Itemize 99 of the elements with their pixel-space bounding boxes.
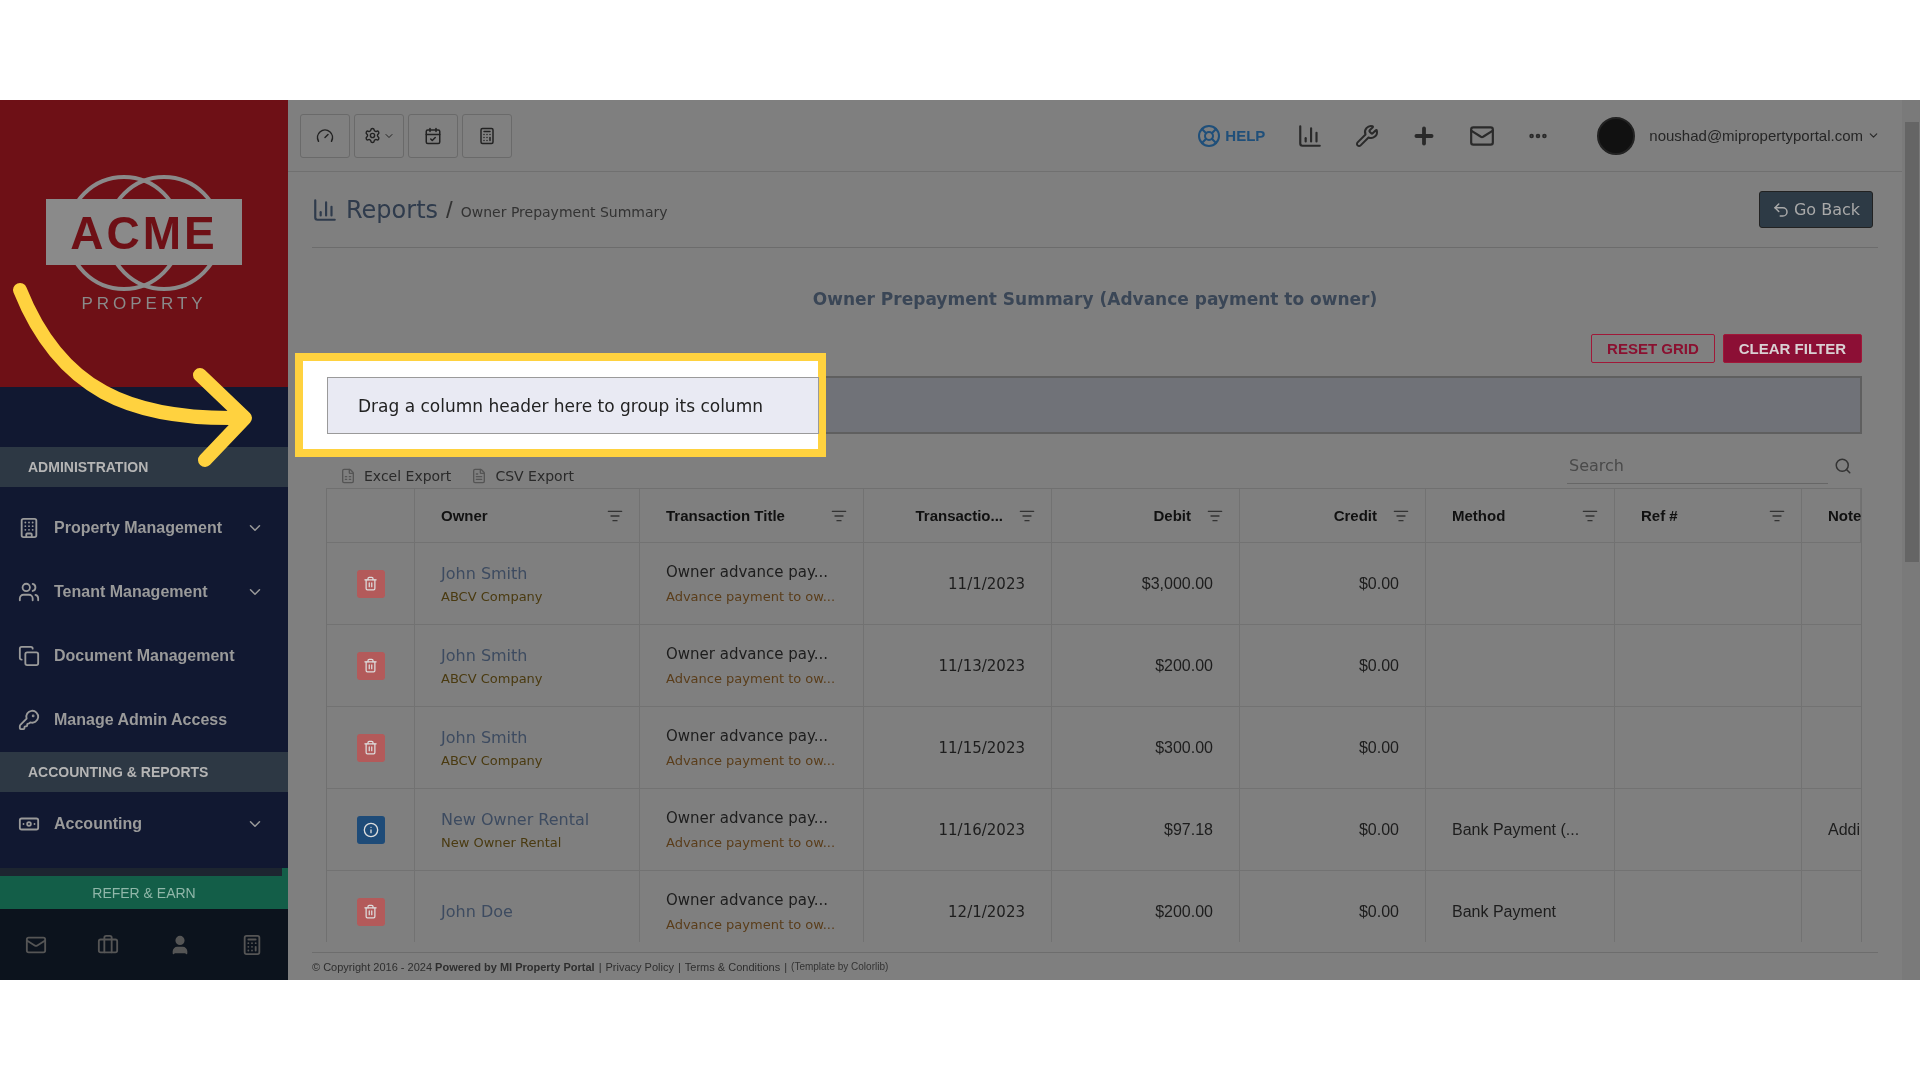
footer-separator: |: [784, 960, 788, 973]
export-button[interactable]: Excel Export: [340, 468, 452, 484]
settings-button[interactable]: [354, 113, 404, 158]
owner-company: ABCV Company: [441, 670, 543, 686]
export-button[interactable]: CSV Export: [471, 468, 574, 484]
table-cell: 11/1/2023: [948, 574, 1025, 593]
footer-link[interactable]: Privacy Policy: [605, 960, 674, 973]
calendar-button[interactable]: [408, 113, 458, 158]
table-cell: $0.00: [1358, 902, 1399, 921]
table-cell: $300.00: [1155, 738, 1213, 757]
owner-company: ABCV Company: [441, 588, 543, 604]
delete-button[interactable]: [356, 897, 385, 926]
sidebar-item[interactable]: Tenant Management: [0, 560, 288, 624]
file-icon: [471, 468, 488, 484]
info-icon: [362, 821, 379, 838]
column-header[interactable]: Ref #: [1615, 489, 1802, 542]
footer-link[interactable]: Terms & Conditions: [684, 960, 781, 973]
table-cell: $0.00: [1358, 656, 1399, 675]
column-header[interactable]: Owner: [415, 489, 640, 542]
table-cell: 11/13/2023: [938, 656, 1025, 675]
table-cell: 11/16/2023: [938, 820, 1025, 839]
footer-separator: |: [598, 960, 602, 973]
info-button[interactable]: [356, 815, 385, 844]
calendar-icon: [424, 126, 442, 145]
column-header[interactable]: Transaction Title: [640, 489, 864, 542]
calculator-button[interactable]: [462, 113, 512, 158]
breadcrumb-current: Owner Prepayment Summary: [460, 203, 668, 220]
table-cell: Bank Payment (...: [1452, 820, 1580, 839]
breadcrumb-link[interactable]: Reports: [346, 195, 439, 224]
transaction-subtitle: Advance payment to ow...: [666, 589, 836, 604]
reset-grid-button[interactable]: RESET GRID: [1591, 334, 1715, 363]
lifebuoy-icon: [1197, 123, 1222, 148]
undo-arrow-icon: [1771, 200, 1790, 219]
trash-icon: [363, 658, 378, 673]
trash-icon: [363, 576, 378, 591]
briefcase-icon[interactable]: [97, 933, 119, 956]
gear-icon: [363, 127, 381, 144]
column-header[interactable]: Note: [1802, 489, 1861, 542]
trash-icon: [363, 740, 378, 755]
sidebar-item-icon: [18, 517, 40, 539]
file-icon: [340, 468, 356, 484]
delete-button[interactable]: [356, 733, 385, 762]
table-cell: $200.00: [1155, 656, 1213, 675]
table-cell: $97.18: [1164, 820, 1213, 839]
trash-icon: [363, 904, 378, 919]
table-cell: $0.00: [1358, 574, 1399, 593]
table-cell: $200.00: [1155, 902, 1213, 921]
table-cell: 11/15/2023: [938, 738, 1025, 757]
column-header[interactable]: Debit: [1052, 489, 1240, 542]
transaction-title: Owner advance pay...: [666, 809, 829, 827]
transaction-subtitle: Advance payment to ow...: [666, 835, 836, 850]
table-cell: $0.00: [1358, 820, 1399, 839]
transaction-subtitle: Advance payment to ow...: [666, 671, 836, 686]
sidebar-item-icon: [18, 581, 40, 603]
transaction-title: Owner advance pay...: [666, 563, 829, 581]
sidebar-item-icon: [18, 645, 40, 667]
scrollbar[interactable]: [1902, 100, 1920, 980]
table-cell: 12/1/2023: [948, 902, 1025, 921]
transaction-title: Owner advance pay...: [666, 727, 829, 745]
report-title: Owner Prepayment Summary (Advance payment to owner): [811, 289, 1379, 309]
column-header[interactable]: Transactio...: [864, 489, 1052, 542]
avatar[interactable]: [1597, 116, 1636, 155]
owner-company: ABCV Company: [441, 752, 543, 768]
sidebar-section-heading: ADMINISTRATION: [0, 447, 288, 487]
user-menu[interactable]: noushad@mipropertyportal.com: [1639, 127, 1890, 144]
delete-button[interactable]: [356, 569, 385, 598]
sidebar-item-icon: [18, 709, 40, 731]
table-cell: Addi: [1828, 820, 1861, 839]
dashboard-button[interactable]: [300, 113, 350, 158]
table-cell: $3,000.00: [1141, 574, 1213, 593]
transaction-title: Owner advance pay...: [666, 645, 829, 663]
go-back-button[interactable]: Go Back: [1758, 191, 1873, 228]
clear-filter-button[interactable]: CLEAR FILTER: [1722, 334, 1862, 363]
group-panel-hint: Drag a column header here to group its column: [327, 377, 819, 434]
transaction-subtitle: Advance payment to ow...: [666, 753, 836, 768]
calculator-icon[interactable]: [241, 933, 263, 956]
search-icon: [1834, 457, 1852, 475]
table-cell: $0.00: [1358, 738, 1399, 757]
column-header[interactable]: Credit: [1240, 489, 1426, 542]
calculator-icon: [478, 126, 496, 145]
template-credit: (Template by Colorlib): [791, 961, 889, 972]
transaction-title: Owner advance pay...: [666, 891, 829, 909]
transaction-subtitle: Advance payment to ow...: [666, 917, 836, 932]
column-header[interactable]: Method: [1426, 489, 1615, 542]
chart-icon: [312, 196, 338, 223]
owner-company: New Owner Rental: [441, 834, 562, 850]
footer-separator: |: [677, 960, 681, 973]
acme-logo: ACME PROPERTY: [44, 168, 244, 319]
table-cell: Bank Payment: [1452, 902, 1557, 921]
sidebar-item[interactable]: Document Management: [0, 624, 288, 688]
breadcrumb-separator: /: [446, 195, 453, 224]
delete-button[interactable]: [356, 651, 385, 680]
gauge-icon: [316, 126, 334, 145]
sidebar-item[interactable]: Manage Admin Access: [0, 688, 288, 752]
sidebar-section-heading: ACCOUNTING & REPORTS: [0, 752, 288, 792]
copyright-text: © Copyright 2016 - 2024 Powered by MI Property Portal: [312, 960, 595, 973]
refer-earn-button[interactable]: REFER & EARN: [0, 876, 288, 909]
sidebar-item[interactable]: Accounting: [0, 792, 288, 856]
sidebar-item[interactable]: Property Management: [0, 496, 288, 560]
